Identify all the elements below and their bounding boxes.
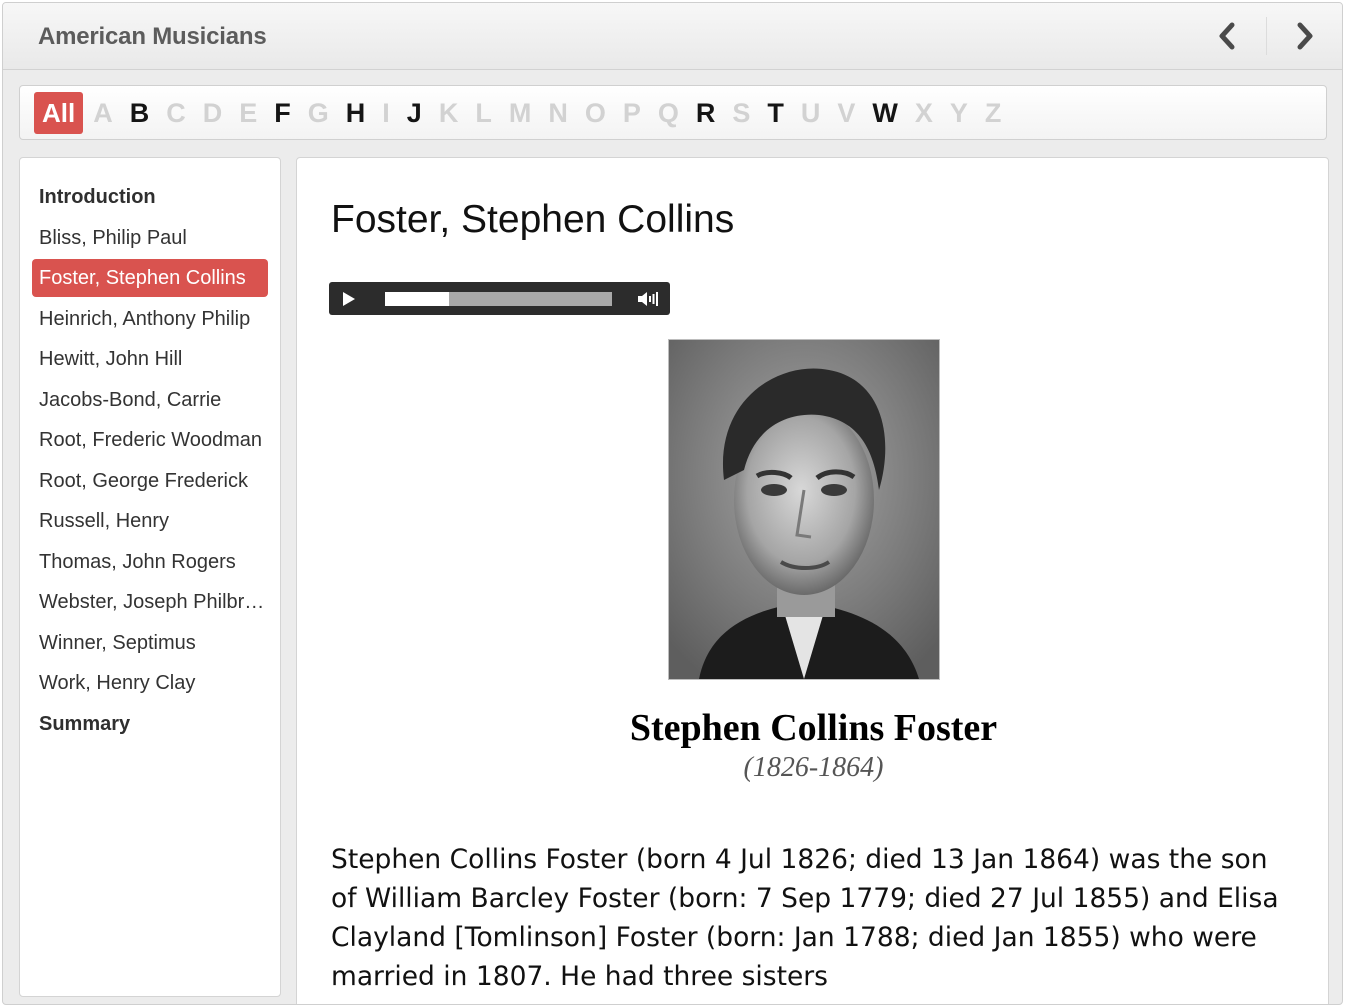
alphabet-letter-g: G	[307, 98, 329, 128]
page-title: Foster, Stephen Collins	[331, 198, 735, 241]
volume-button[interactable]	[636, 289, 660, 309]
portrait-image	[668, 339, 940, 680]
sidebar-item-foster-stephen-collins[interactable]: Foster, Stephen Collins	[32, 259, 268, 297]
sidebar-item-work-henry-clay[interactable]: Work, Henry Clay	[32, 664, 268, 702]
portrait-caption-name: Stephen Collins Foster	[629, 707, 998, 749]
alphabet-letter-a: A	[93, 98, 113, 128]
alphabet-letter-d: D	[202, 98, 223, 128]
alphabet-letter-o: O	[584, 98, 606, 128]
sidebar-item-heinrich-anthony-philip[interactable]: Heinrich, Anthony Philip	[32, 300, 268, 338]
alphabet-letter-f[interactable]: F	[274, 92, 291, 134]
app-title: American Musicians	[38, 23, 267, 50]
alphabet-letter-x: X	[914, 98, 933, 128]
alphabet-letter-v: V	[837, 98, 856, 128]
sidebar-item-jacobs-bond-carrie[interactable]: Jacobs-Bond, Carrie	[32, 381, 268, 419]
alphabet-letter-n: N	[548, 98, 568, 128]
alphabet-letter-t[interactable]: T	[767, 92, 784, 134]
volume-icon	[638, 292, 658, 306]
sidebar-item-introduction[interactable]: Introduction	[32, 178, 268, 216]
title-bar: American Musicians	[3, 3, 1342, 70]
biography-text: Stephen Collins Foster (born 4 Jul 1826;…	[331, 844, 1279, 992]
alphabet-letter-c: C	[166, 98, 186, 128]
sidebar-item-bliss-philip-paul[interactable]: Bliss, Philip Paul	[32, 219, 268, 257]
sidebar-item-summary[interactable]: Summary	[32, 705, 268, 743]
alphabet-letter-b[interactable]: B	[130, 92, 150, 134]
portrait-caption-dates: (1826-1864)	[743, 752, 884, 783]
alphabet-letter-s: S	[732, 98, 751, 128]
alphabet-letter-h[interactable]: H	[346, 92, 366, 134]
audio-progress-fill	[385, 292, 449, 306]
alphabet-letter-e: E	[239, 98, 258, 128]
alphabet-letter-r[interactable]: R	[696, 92, 716, 134]
alphabet-letter-z: Z	[984, 98, 1002, 128]
play-icon	[343, 292, 355, 306]
portrait-photo	[669, 340, 939, 679]
sidebar-item-root-george-frederick[interactable]: Root, George Frederick	[32, 462, 268, 500]
content-panel: Foster, Stephen Collins Stephen Collins …	[296, 157, 1329, 1004]
alphabet-letter-k: K	[438, 98, 459, 128]
app-window: American Musicians All A B C D E F G H I J K L M N O P Q R…	[2, 2, 1343, 1005]
alphabet-letter-q: Q	[657, 98, 679, 128]
nav-divider	[1266, 17, 1267, 55]
sidebar: Introduction Bliss, Philip Paul Foster, St…	[19, 157, 281, 997]
alphabet-filter-bar: All A B C D E F G H I J K L M N O P Q R S T U V W X Y Z	[19, 85, 1327, 140]
alphabet-letter-l: L	[475, 98, 492, 128]
sidebar-item-winner-septimus[interactable]: Winner, Septimus	[32, 624, 268, 662]
sidebar-item-russell-henry[interactable]: Russell, Henry	[32, 502, 268, 540]
alphabet-letter-all[interactable]: All	[34, 92, 84, 134]
alphabet-letter-m: M	[508, 98, 532, 128]
sidebar-item-webster-joseph-philbrick[interactable]: Webster, Joseph Philbrick	[32, 583, 268, 621]
alphabet-letter-y: Y	[949, 98, 968, 128]
sidebar-item-thomas-john-rogers[interactable]: Thomas, John Rogers	[32, 543, 268, 581]
alphabet-letter-u: U	[800, 98, 821, 128]
chevron-left-icon	[1219, 22, 1235, 50]
next-button[interactable]	[1287, 17, 1323, 55]
alphabet-letter-j[interactable]: J	[407, 92, 422, 134]
alphabet-letter-i: I	[382, 98, 390, 128]
audio-player	[329, 282, 670, 315]
play-button[interactable]	[340, 290, 358, 308]
alphabet-letter-p: P	[622, 98, 641, 128]
sidebar-item-root-frederic-woodman[interactable]: Root, Frederic Woodman	[32, 421, 268, 459]
sidebar-item-hewitt-john-hill[interactable]: Hewitt, John Hill	[32, 340, 268, 378]
previous-button[interactable]	[1209, 17, 1245, 55]
audio-progress-bar[interactable]	[385, 292, 612, 306]
alphabet-letter-w[interactable]: W	[872, 92, 897, 134]
alphabet-list: All A B C D E F G H I J K L M N O P Q R S T U V W X Y Z	[34, 92, 1018, 134]
chevron-right-icon	[1297, 22, 1313, 50]
